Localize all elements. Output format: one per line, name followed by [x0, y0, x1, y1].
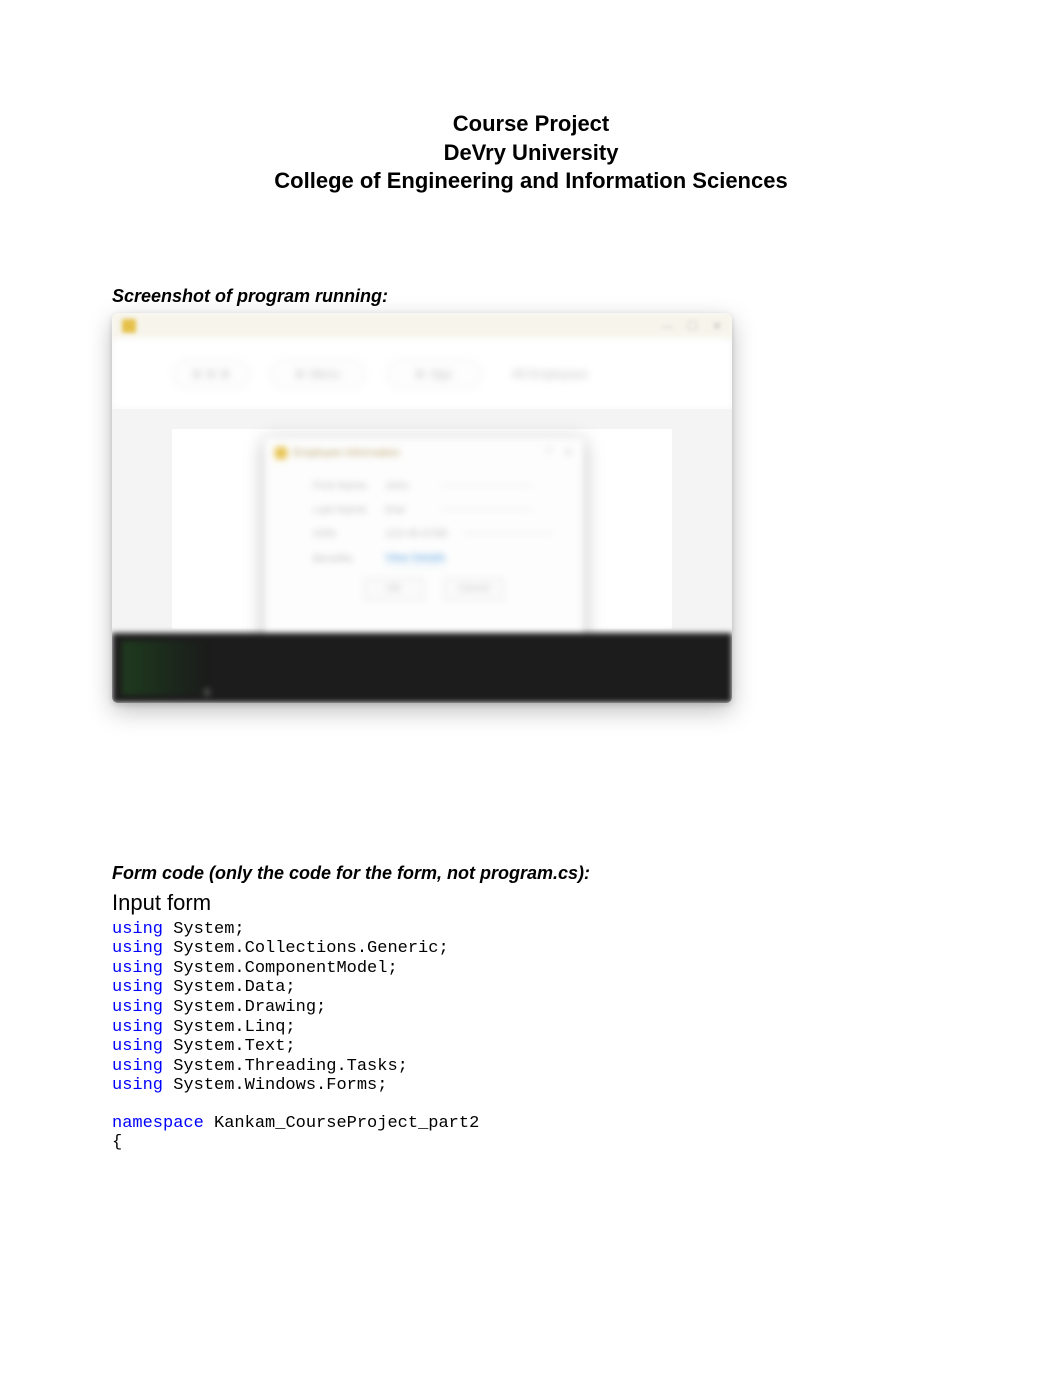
code-line: using System.Linq;: [112, 1018, 950, 1038]
form-subheader: Input form: [112, 890, 950, 916]
field-label: Last Name: [313, 504, 369, 516]
dot-icon: [416, 370, 424, 378]
keyword-using: using: [112, 1057, 163, 1076]
code-line: using System.Collections.Generic;: [112, 939, 950, 959]
close-icon[interactable]: ✕: [712, 319, 722, 333]
code-text: System.Linq;: [163, 1018, 296, 1037]
document-header: Course Project DeVry University College …: [112, 110, 950, 196]
code-text: Kankam_CourseProject_part2: [204, 1114, 479, 1133]
modal-title-text: Employee Information: [293, 447, 400, 459]
dot-icon: [296, 370, 304, 378]
embedded-screenshot: — ☐ ✕ Menu App All Employees: [112, 313, 732, 703]
modal-close-icon[interactable]: ✕: [564, 446, 573, 459]
maximize-icon[interactable]: ☐: [687, 319, 698, 333]
header-line-1: Course Project: [112, 110, 950, 139]
code-text: System;: [163, 920, 245, 939]
code-line: using System.Windows.Forms;: [112, 1076, 950, 1096]
dot-icon: [193, 370, 201, 378]
code-text: System.Data;: [163, 978, 296, 997]
app-toolbar: Menu App All Employees: [112, 339, 732, 409]
code-line: using System.Data;: [112, 978, 950, 998]
keyword-using: using: [112, 1076, 163, 1095]
keyword-using: using: [112, 978, 163, 997]
code-text: System.Text;: [163, 1037, 296, 1056]
toolbar-button-2[interactable]: Menu: [270, 359, 366, 389]
minimize-icon[interactable]: —: [661, 319, 673, 333]
code-text: System.Threading.Tasks;: [163, 1057, 408, 1076]
code-block: using System;using System.Collections.Ge…: [112, 920, 950, 1153]
modal-button-row: OK Cancel: [313, 578, 555, 600]
app-icon: [122, 319, 136, 333]
field-underline: [463, 533, 553, 534]
field-value: John: [385, 480, 425, 492]
field-underline: [441, 485, 531, 486]
field-label: SSN: [313, 528, 369, 540]
code-line: {: [112, 1133, 950, 1153]
code-text: System.ComponentModel;: [163, 959, 398, 978]
blank-line: [112, 1096, 950, 1114]
field-value: 123-45-6789: [385, 528, 447, 540]
toolbar-button-2-label: Menu: [310, 367, 340, 381]
keyword-using: using: [112, 1037, 163, 1056]
code-text: System.Drawing;: [163, 998, 326, 1017]
code-line: using System.ComponentModel;: [112, 959, 950, 979]
header-line-3: College of Engineering and Information S…: [112, 167, 950, 196]
code-line: using System.Drawing;: [112, 998, 950, 1018]
form-row: Last Name Doe: [313, 504, 555, 516]
modal-help-icon[interactable]: ?: [546, 446, 552, 459]
modal-ok-button[interactable]: OK: [364, 578, 424, 600]
code-line: using System;: [112, 920, 950, 940]
window-titlebar: — ☐ ✕: [112, 313, 732, 339]
keyword-using: using: [112, 998, 163, 1017]
code-brace: {: [112, 1133, 122, 1152]
modal-icon: [275, 447, 287, 459]
toolbar-button-3-label: App: [430, 367, 451, 381]
field-value: Doe: [385, 504, 425, 516]
toolbar-button-4-label: All Employees: [512, 367, 588, 381]
field-underline: [441, 509, 531, 510]
modal-titlebar: Employee Information ? ✕: [265, 438, 583, 468]
toolbar-button-3[interactable]: App: [386, 359, 482, 389]
code-line: using System.Text;: [112, 1037, 950, 1057]
toolbar-button-1[interactable]: [172, 359, 250, 389]
code-line: using System.Threading.Tasks;: [112, 1057, 950, 1077]
dot-icon: [221, 370, 229, 378]
taskbar-text: 0: [204, 687, 210, 699]
form-row: SSN 123-45-6789: [313, 528, 555, 540]
header-line-2: DeVry University: [112, 139, 950, 168]
screenshot-section-label: Screenshot of program running:: [112, 286, 950, 307]
modal-window-controls: ? ✕: [546, 446, 573, 459]
keyword-using: using: [112, 959, 163, 978]
field-link[interactable]: View Details: [385, 552, 445, 566]
keyword-namespace: namespace: [112, 1114, 204, 1133]
form-row: First Name John: [313, 480, 555, 492]
modal-body: First Name John Last Name Doe SSN 123-45…: [265, 468, 583, 600]
code-line: namespace Kankam_CourseProject_part2: [112, 1114, 950, 1134]
code-text: System.Collections.Generic;: [163, 939, 449, 958]
form-row: Benefits View Details: [313, 552, 555, 566]
toolbar-button-4[interactable]: All Employees: [502, 367, 598, 381]
field-label: Benefits: [313, 553, 369, 565]
form-code-section-label: Form code (only the code for the form, n…: [112, 863, 950, 884]
keyword-using: using: [112, 920, 163, 939]
keyword-using: using: [112, 939, 163, 958]
keyword-using: using: [112, 1018, 163, 1037]
window-title-text: [142, 320, 145, 332]
dot-icon: [207, 370, 215, 378]
taskbar-thumbnail: [122, 641, 212, 695]
code-text: System.Windows.Forms;: [163, 1076, 387, 1095]
window-controls: — ☐ ✕: [661, 319, 722, 333]
field-label: First Name: [313, 480, 369, 492]
taskbar-strip: 0: [112, 633, 732, 703]
modal-cancel-button[interactable]: Cancel: [444, 578, 504, 600]
